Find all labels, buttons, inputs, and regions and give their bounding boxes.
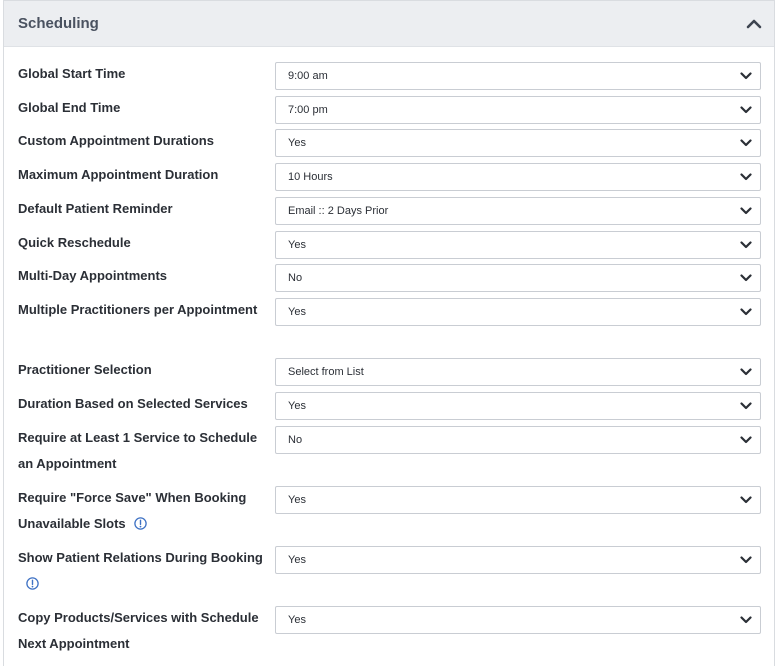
default-patient-reminder-select[interactable]: Email :: 2 Days Prior [275,197,761,225]
setting-label: Custom Appointment Durations [18,133,214,148]
setting-label: Duration Based on Selected Services [18,396,248,411]
select-value: Yes [288,554,306,566]
setting-label: Multiple Practitioners per Appointment [18,302,258,317]
select-value: Yes [288,306,306,318]
chevron-down-icon [740,496,752,504]
require-service-to-schedule-select[interactable]: No [275,426,761,454]
select-value: No [288,434,303,446]
select-value: Yes [288,400,306,412]
global-end-time-select[interactable]: 7:00 pm [275,96,761,124]
info-icon[interactable] [26,577,39,590]
panel-header[interactable]: Scheduling [4,1,774,47]
select-value: Yes [288,137,306,149]
scheduling-panel: Scheduling Global Start Time 9:00 am Glo… [3,0,775,666]
chevron-down-icon [740,556,752,564]
setting-label: Require "Force Save" When Booking Unavai… [18,485,263,537]
require-force-save-select[interactable]: Yes [275,486,761,514]
select-value: Yes [288,239,306,251]
setting-label: Copy Products/Services with Schedule Nex… [18,610,259,651]
select-value: 7:00 pm [288,104,328,116]
setting-label: Quick Reschedule [18,235,131,250]
select-value: 9:00 am [288,70,328,82]
multi-day-appointments-select[interactable]: No [275,264,761,292]
setting-label: Require at Least 1 Service to Schedule a… [18,430,258,471]
practitioner-selection-select[interactable]: Select from List [275,358,761,386]
global-start-time-select[interactable]: 9:00 am [275,62,761,90]
setting-label: Global End Time [18,100,121,115]
setting-label-text: Require "Force Save" When Booking Unavai… [18,490,247,531]
setting-label: Maximum Appointment Duration [18,167,219,182]
chevron-down-icon [740,274,752,282]
chevron-up-icon[interactable] [746,16,762,32]
select-value: Yes [288,494,306,506]
select-value: No [288,272,303,284]
select-value: 10 Hours [288,171,333,183]
setting-label-text: Show Patient Relations During Booking [18,550,263,565]
setting-label: Default Patient Reminder [18,201,173,216]
chevron-down-icon [740,72,752,80]
copy-products-services-select[interactable]: Yes [275,606,761,634]
chevron-down-icon [740,173,752,181]
multiple-practitioners-select[interactable]: Yes [275,298,761,326]
chevron-down-icon [740,241,752,249]
chevron-down-icon [740,207,752,215]
chevron-down-icon [740,308,752,316]
custom-appointment-durations-select[interactable]: Yes [275,129,761,157]
chevron-down-icon [740,106,752,114]
select-value: Email :: 2 Days Prior [288,205,389,217]
select-value: Yes [288,614,306,626]
duration-based-on-services-select[interactable]: Yes [275,392,761,420]
select-value: Select from List [288,366,364,378]
setting-label: Practitioner Selection [18,362,152,377]
show-patient-relations-select[interactable]: Yes [275,546,761,574]
quick-reschedule-select[interactable]: Yes [275,231,761,259]
chevron-down-icon [740,402,752,410]
setting-label: Show Patient Relations During Booking [18,545,263,597]
info-icon[interactable] [133,517,147,530]
setting-label: Multi-Day Appointments [18,268,168,283]
chevron-down-icon [740,436,752,444]
chevron-down-icon [740,616,752,624]
panel-title: Scheduling [18,15,99,32]
maximum-appointment-duration-select[interactable]: 10 Hours [275,163,761,191]
setting-label: Global Start Time [18,66,126,81]
chevron-down-icon [740,368,752,376]
chevron-down-icon [740,139,752,147]
